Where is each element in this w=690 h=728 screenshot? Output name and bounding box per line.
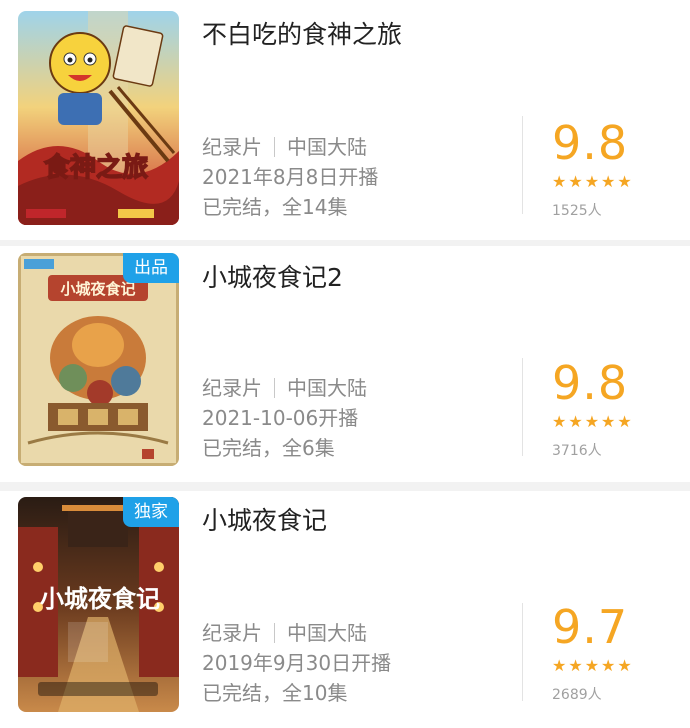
rating-block: 9.8 ★★★★★ 1525人	[552, 116, 662, 220]
badge-exclusive: 独家	[123, 497, 179, 527]
item-title[interactable]: 小城夜食记2	[202, 258, 343, 294]
poster-illustration: 食神之旅	[18, 11, 179, 225]
item-release-date: 2019年9月30日开播	[202, 651, 392, 675]
item-region: 中国大陆	[287, 376, 367, 400]
divider	[522, 358, 523, 456]
meta-separator	[274, 137, 275, 157]
poster-illustration: 小城夜食记	[18, 253, 179, 466]
rating-block: 9.7 ★★★★★ 2689人	[552, 600, 662, 704]
item-type: 纪录片	[202, 376, 262, 400]
item-type: 纪录片	[202, 135, 262, 159]
item-title[interactable]: 小城夜食记	[202, 501, 327, 537]
star-rating-icon: ★★★★★	[552, 412, 634, 431]
svg-text:食神之旅: 食神之旅	[44, 152, 148, 183]
rating-score: 9.8	[552, 116, 629, 170]
meta-separator	[274, 623, 275, 643]
rating-count: 1525人	[552, 203, 602, 219]
item-region: 中国大陆	[287, 135, 367, 159]
poster-illustration: 小城夜食记	[18, 497, 179, 712]
poster-image[interactable]: 食神之旅	[18, 11, 179, 225]
svg-text:小城夜食记: 小城夜食记	[40, 585, 160, 613]
list-item[interactable]: 小城夜食记 独家 小城夜食记 纪录片 中国大陆 2019年9月30日开播 已完结，…	[0, 491, 690, 728]
meta-separator	[274, 378, 275, 398]
item-release-date: 2021-10-06开播	[202, 406, 359, 430]
rating-count: 2689人	[552, 687, 602, 703]
list-item[interactable]: 食神之旅 不白吃的食神之旅 纪录片 中国大陆 2021年8月8日开播 已完结，全1…	[0, 0, 690, 240]
item-title[interactable]: 不白吃的食神之旅	[202, 15, 402, 51]
star-rating-icon: ★★★★★	[552, 172, 634, 191]
list-item[interactable]: 小城夜食记 出品 小城夜食记2 纪录片 中国大陆 2021-10-06开播 已完…	[0, 246, 690, 482]
item-type: 纪录片	[202, 621, 262, 645]
star-rating-icon: ★★★★★	[552, 656, 634, 675]
rating-score: 9.8	[552, 356, 629, 410]
divider	[522, 603, 523, 701]
poster-image[interactable]: 小城夜食记 出品	[18, 253, 179, 466]
item-release-date: 2021年8月8日开播	[202, 165, 379, 189]
item-region: 中国大陆	[287, 621, 367, 645]
rating-count: 3716人	[552, 443, 602, 459]
svg-text:小城夜食记: 小城夜食记	[60, 280, 135, 298]
badge-produced: 出品	[123, 253, 179, 283]
item-meta: 纪录片 中国大陆 2021年8月8日开播 已完结，全14集	[202, 132, 378, 222]
item-meta: 纪录片 中国大陆 2019年9月30日开播 已完结，全10集	[202, 618, 391, 708]
item-episode-status: 已完结，全14集	[202, 195, 348, 219]
rating-score: 9.7	[552, 600, 629, 654]
poster-image[interactable]: 小城夜食记 独家	[18, 497, 179, 712]
item-episode-status: 已完结，全10集	[202, 681, 348, 705]
rating-block: 9.8 ★★★★★ 3716人	[552, 356, 662, 460]
item-meta: 纪录片 中国大陆 2021-10-06开播 已完结，全6集	[202, 373, 367, 463]
item-episode-status: 已完结，全6集	[202, 436, 335, 460]
documentary-list: 食神之旅 不白吃的食神之旅 纪录片 中国大陆 2021年8月8日开播 已完结，全1…	[0, 0, 690, 728]
divider	[522, 116, 523, 214]
